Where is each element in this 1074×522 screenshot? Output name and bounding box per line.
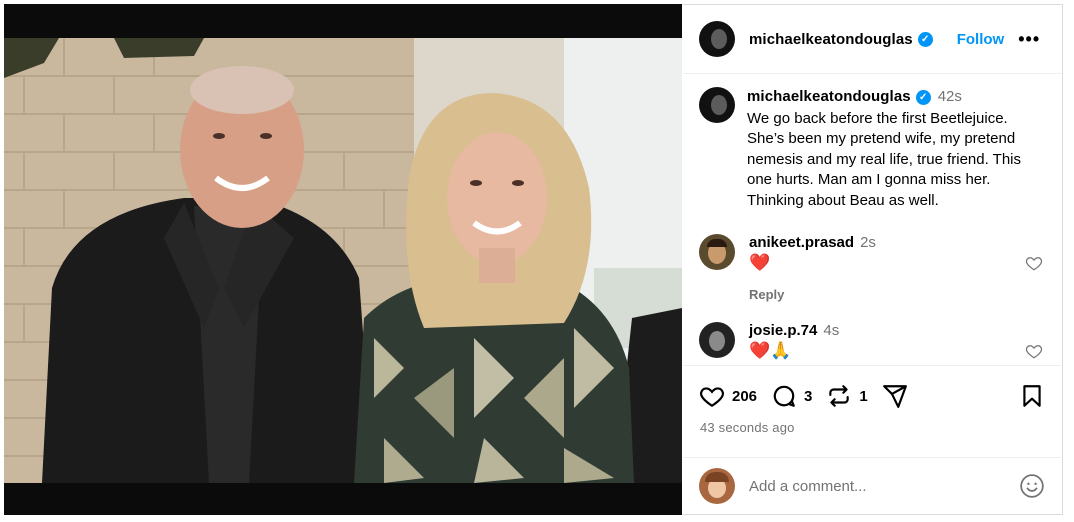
comment-text: ❤️🙏 [749,341,792,360]
comment-time: 2s [860,234,876,251]
caption-avatar[interactable] [699,87,735,123]
caption-text: We go back before the first Beetlejuice.… [747,109,1022,209]
post-timestamp[interactable]: 43 seconds ago [683,412,1061,435]
commenter-avatar[interactable] [699,322,735,358]
post-media[interactable] [4,4,682,515]
post-photo[interactable] [4,38,682,483]
comment-icon [773,385,795,407]
verified-badge-icon: ✓ [917,31,933,47]
post-sidebar: michaelkeatondouglas ✓ Follow ••• michae… [683,4,1063,515]
comment-username[interactable]: anikeet.prasad [749,234,854,251]
share-button[interactable] [882,383,908,409]
comment-input[interactable] [749,477,1019,495]
commenter-avatar[interactable] [699,234,735,270]
comment-button[interactable]: 3 [771,383,812,409]
like-count: 206 [732,387,758,405]
author-username[interactable]: michaelkeatondouglas [749,31,913,48]
comment-like-heart-icon[interactable] [1025,254,1043,272]
comment-like-heart-icon[interactable] [1025,342,1043,360]
author-avatar[interactable] [699,21,735,57]
comment-username[interactable]: josie.p.74 [749,322,817,339]
caption-username[interactable]: michaelkeatondouglas [747,88,911,105]
heart-icon [700,387,724,408]
save-button[interactable] [1019,383,1045,409]
comment-count: 3 [804,387,813,405]
repost-count: 1 [859,387,868,405]
list-item: anikeet.prasad 2s ❤️ Reply [683,234,1061,302]
reply-button[interactable]: Reply [749,287,876,302]
follow-button[interactable]: Follow [957,31,1005,48]
photo-illustration [4,38,682,483]
post-actions: 206 3 1 43 seconds ago [683,365,1061,455]
current-user-avatar [699,468,735,504]
comment-time: 4s [823,322,840,339]
repost-icon [829,385,850,407]
emoji-smiley-icon[interactable] [1019,473,1045,499]
like-button[interactable]: 206 [699,383,757,409]
bookmark-icon [1023,385,1041,407]
list-item: josie.p.74 4s ❤️🙏 [683,322,1061,360]
verified-badge-icon: ✓ [915,90,931,105]
comment-text: ❤️ [749,253,771,272]
share-icon [882,385,907,408]
post-header: michaelkeatondouglas ✓ Follow ••• [683,5,1062,74]
comments-list[interactable]: michaelkeatondouglas ✓ 42s We go back befo… [683,75,1061,360]
more-dots-icon[interactable]: ••• [1018,29,1040,50]
add-comment-bar [683,457,1061,514]
caption-time: 42s [937,88,962,105]
repost-button[interactable]: 1 [826,383,868,409]
post-caption: michaelkeatondouglas ✓ 42s We go back befo… [683,75,1061,211]
